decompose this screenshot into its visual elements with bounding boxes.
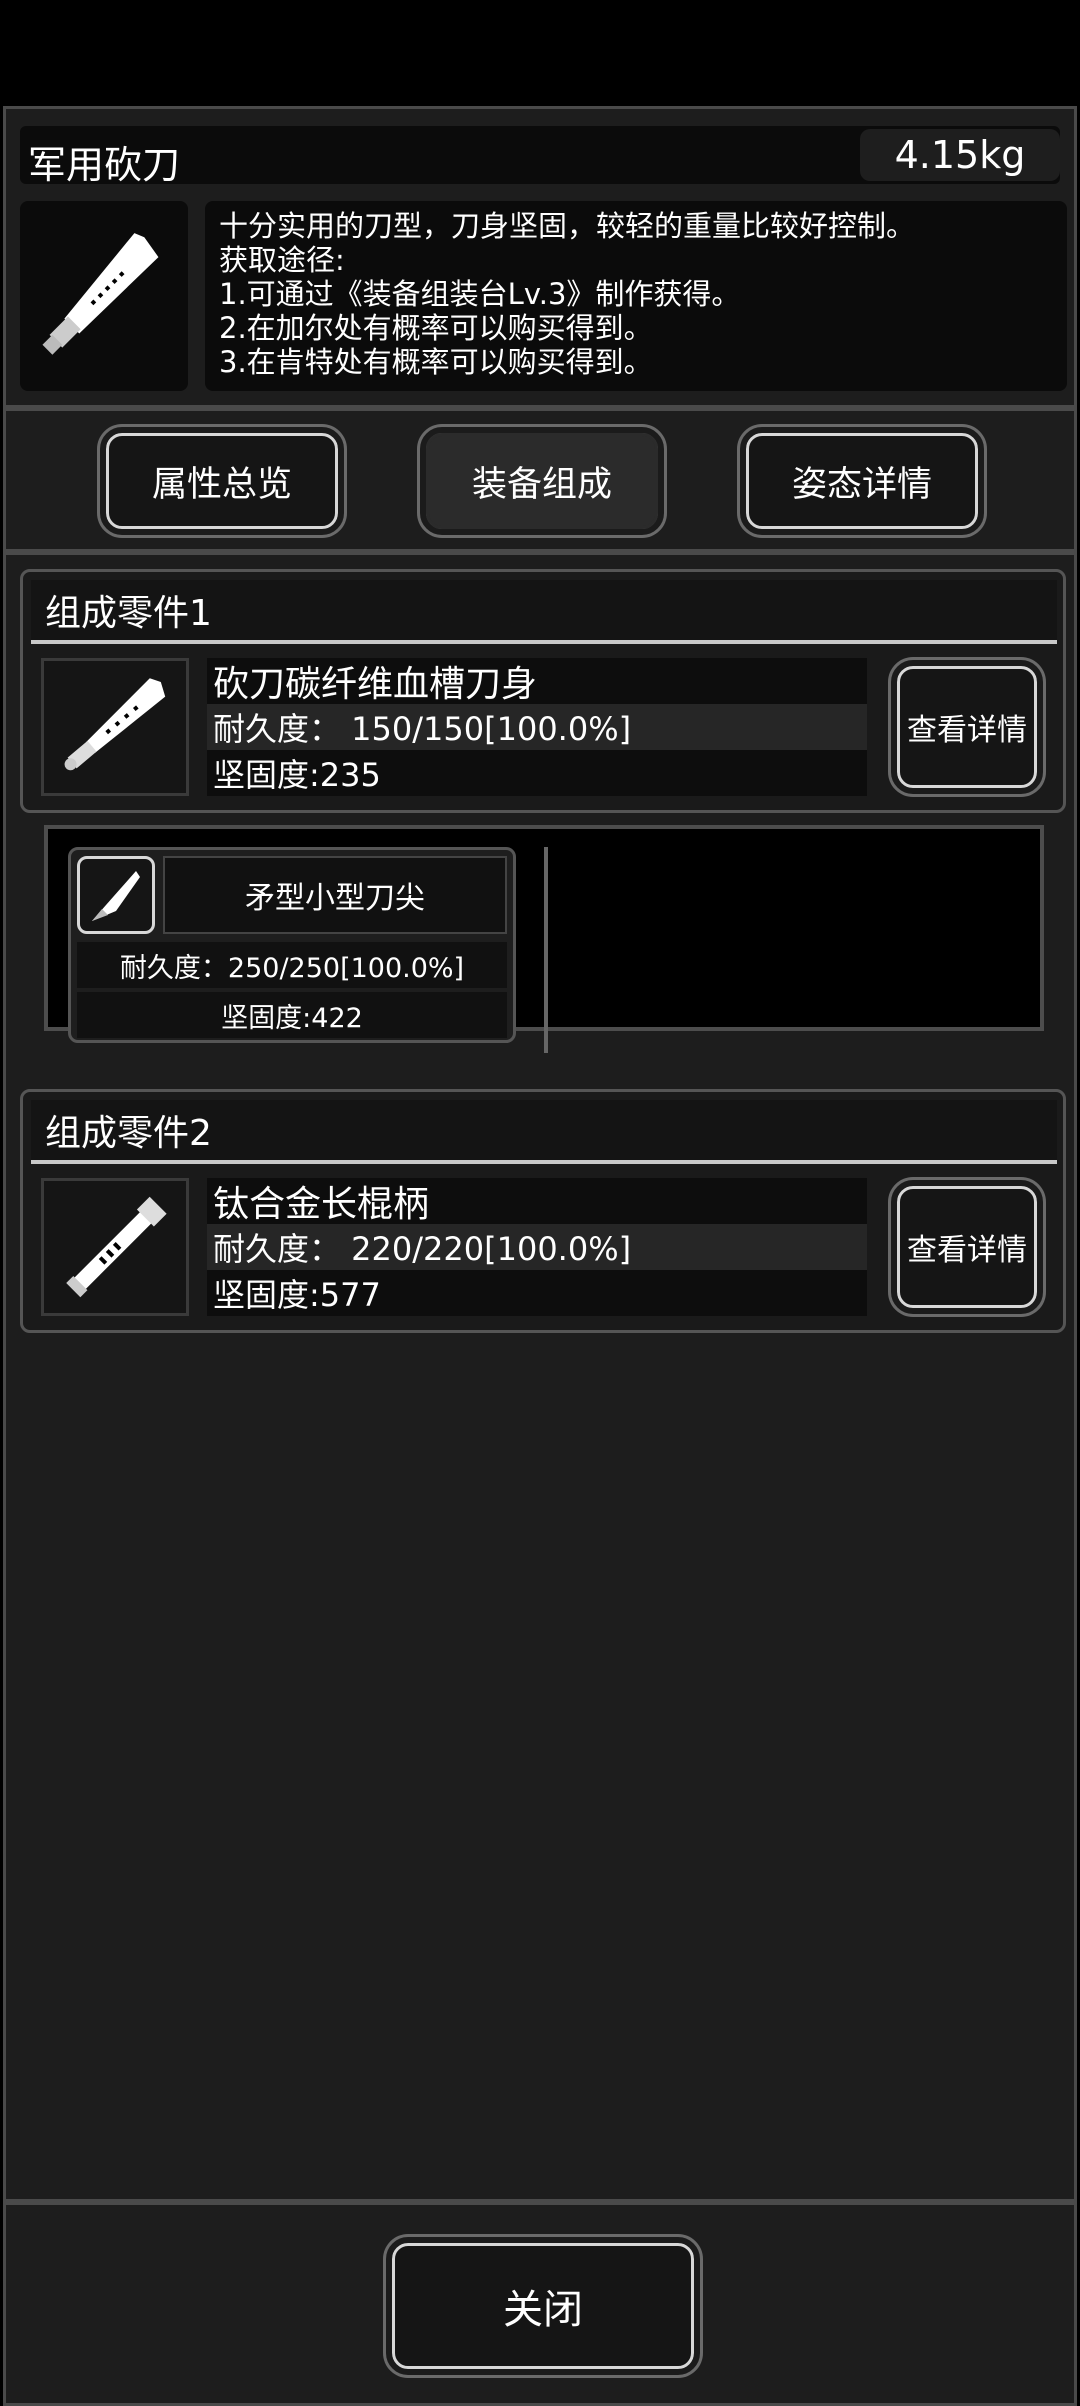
part-name-1: 砍刀碳纤维血槽刀身 <box>207 658 867 705</box>
tab-attribute-overview[interactable]: 属性总览 <box>100 427 344 535</box>
tab-stance-details[interactable]: 姿态详情 <box>740 427 984 535</box>
handle-icon <box>66 1196 167 1298</box>
item-name: 军用砍刀 <box>28 143 181 187</box>
part-thumb-1 <box>41 658 189 796</box>
subpart-hardness: 坚固度:422 <box>77 992 507 1038</box>
item-info-panel: 军用砍刀 4.15kg 十分实用的刀型，刀身坚固，较轻的重量比较好控制。 获取途… <box>3 106 1077 408</box>
description-line-3: 1.可通过《装备组装台Lv.3》制作获得。 <box>219 277 741 311</box>
tab-bar: 属性总览 装备组成 姿态详情 <box>3 408 1077 552</box>
part-header-1: 组成零件1 <box>31 580 1057 640</box>
part-card-2: 组成零件2 钛合金长棍柄 耐久度： 220/220[100.0%] 坚固度:57… <box>20 1089 1066 1333</box>
part-name-2: 钛合金长棍柄 <box>207 1178 867 1225</box>
subpart-container: 矛型小型刀尖 耐久度：250/250[100.0%] 坚固度:422 <box>44 825 1044 1053</box>
machete-icon <box>42 233 159 355</box>
subpart-card: 矛型小型刀尖 耐久度：250/250[100.0%] 坚固度:422 <box>68 847 516 1043</box>
close-button[interactable]: 关闭 <box>386 2237 700 2375</box>
description-line-5: 3.在肯特处有概率可以购买得到。 <box>219 345 653 379</box>
part-durability-1: 耐久度： 150/150[100.0%] <box>207 704 867 750</box>
view-details-button-2[interactable]: 查看详情 <box>891 1180 1043 1314</box>
item-description-box: 十分实用的刀型，刀身坚固，较轻的重量比较好控制。 获取途径: 1.可通过《装备组… <box>205 201 1067 391</box>
blade-tip-icon <box>92 871 140 921</box>
tab-equipment-composition[interactable]: 装备组成 <box>420 427 664 535</box>
item-weight: 4.15kg <box>894 133 1026 177</box>
item-weight-box: 4.15kg <box>860 129 1060 181</box>
header-underline <box>31 1160 1057 1164</box>
blade-icon <box>64 678 166 771</box>
subpart-name: 矛型小型刀尖 <box>163 856 507 934</box>
description-line-2: 获取途径: <box>219 243 345 277</box>
header-underline <box>31 640 1057 644</box>
part-hardness-2: 坚固度:577 <box>207 1270 867 1316</box>
part-header-2: 组成零件2 <box>31 1100 1057 1160</box>
part-hardness-1: 坚固度:235 <box>207 750 867 796</box>
subpart-durability: 耐久度：250/250[100.0%] <box>77 942 507 988</box>
content-area[interactable]: 组成零件1 砍刀碳纤维血槽刀身 耐久度： 150/150[100.0%] 坚固度… <box>3 552 1077 2202</box>
item-title-bar: 军用砍刀 4.15kg <box>20 126 1060 187</box>
view-details-button-1[interactable]: 查看详情 <box>891 660 1043 794</box>
part-thumb-2 <box>41 1178 189 1316</box>
part-card-1: 组成零件1 砍刀碳纤维血槽刀身 耐久度： 150/150[100.0%] 坚固度… <box>20 569 1066 813</box>
description-line-4: 2.在加尔处有概率可以购买得到。 <box>219 311 653 345</box>
footer-bar: 关闭 <box>3 2202 1077 2406</box>
part-durability-2: 耐久度： 220/220[100.0%] <box>207 1224 867 1270</box>
item-icon-box <box>20 201 188 391</box>
subpart-icon-box[interactable] <box>77 856 155 934</box>
description-line-1: 十分实用的刀型，刀身坚固，较轻的重量比较好控制。 <box>219 209 916 243</box>
scrollbar-track[interactable] <box>544 847 548 1053</box>
